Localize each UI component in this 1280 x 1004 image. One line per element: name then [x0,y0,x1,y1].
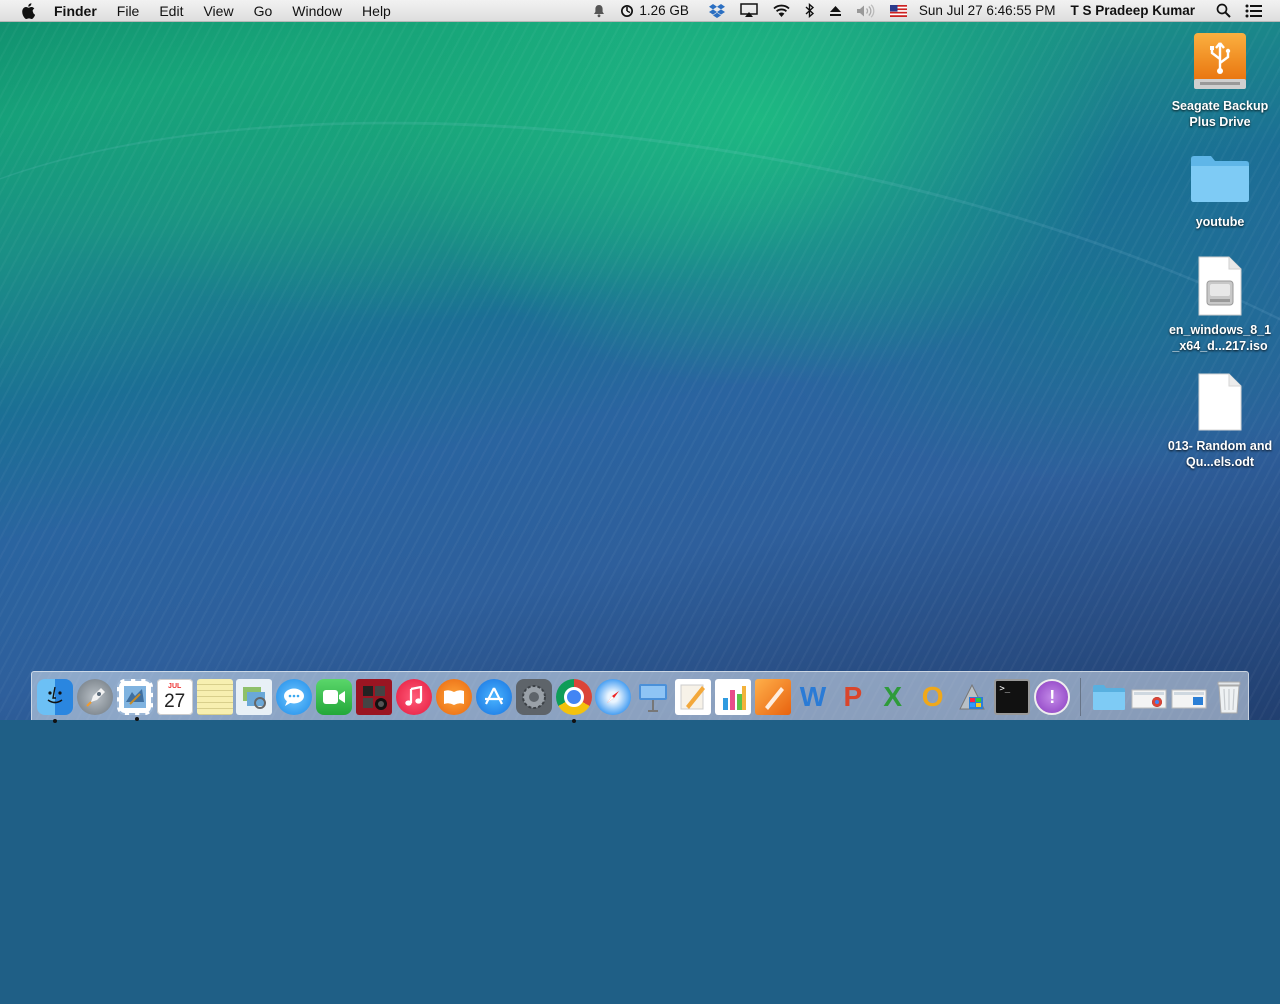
volume-icon[interactable] [849,0,883,22]
dock-notes-icon[interactable] [196,679,233,715]
dock-excel-icon[interactable]: X [875,679,911,715]
notification-bell-icon[interactable] [585,0,613,22]
desktop-icon-label: youtube [1195,215,1245,229]
desktop-icon-seagate-drive[interactable]: Seagate Backup Plus Drive [1165,30,1275,130]
dock-separator [1080,678,1082,716]
dock-launchpad-icon[interactable] [76,679,113,715]
dock-items: JUL 27 W P X O >_ ! [37,677,1251,723]
dock-downloads-stack-icon[interactable] [1131,679,1167,715]
menu-view[interactable]: View [193,0,243,22]
dock-app-store-icon[interactable] [475,679,512,715]
dock-ibooks-icon[interactable] [435,679,472,715]
dock-trash-icon[interactable] [1211,679,1247,715]
us-flag-icon[interactable] [883,0,914,22]
user-account-menu[interactable]: T S Pradeep Kumar [1060,0,1209,22]
dock-mail-icon[interactable] [116,679,153,721]
dock-terminal-icon[interactable]: >_ [994,679,1031,715]
dock-facetime-icon[interactable] [316,679,353,715]
dock-outlook-icon[interactable]: O [915,679,951,715]
apple-menu-icon[interactable] [18,0,38,22]
document-icon [1188,370,1252,434]
bluetooth-icon[interactable] [798,0,822,22]
dock-feedback-assistant-icon[interactable]: ! [1034,679,1071,715]
notification-center-icon[interactable] [1238,0,1270,22]
dock-numbers-icon[interactable] [715,679,752,715]
menubar-clock[interactable]: Sun Jul 27 6:46:55 PM [914,0,1061,22]
app-menu-finder[interactable]: Finder [54,0,107,22]
dock-pages-icon[interactable] [675,679,712,715]
exclamation-icon: ! [1049,686,1056,707]
dock-system-preferences-icon[interactable] [515,679,552,715]
dock-boot-camp-assistant-icon[interactable] [954,679,990,715]
dock-applications-folder-icon[interactable] [1091,679,1127,715]
airplay-icon[interactable] [733,0,765,22]
menu-help[interactable]: Help [352,0,401,22]
menu-go[interactable]: Go [244,0,283,22]
eject-icon[interactable] [822,0,849,22]
desktop-icon-label: Seagate Backup Plus Drive [1171,99,1269,129]
disk-image-icon [1188,254,1252,318]
memory-gauge-icon [621,4,634,17]
memory-status[interactable]: 1.26 GB [613,0,701,22]
dock-powerpoint-icon[interactable]: P [835,679,871,715]
terminal-prompt-icon: >_ [999,684,1011,694]
usb-drive-icon [1188,30,1252,94]
dock-chrome-icon[interactable] [555,679,592,723]
dock-ibooks-author-icon[interactable] [755,679,792,715]
dock-documents-stack-icon[interactable] [1171,679,1207,715]
desktop-icon-label: en_windows_8_1_x64_d...217.iso [1168,323,1272,353]
calendar-day: 27 [164,690,186,712]
dock-calendar-icon[interactable]: JUL 27 [156,679,193,715]
dock-itunes-icon[interactable] [396,679,433,715]
dock-word-icon[interactable]: W [795,679,831,715]
desktop-icon-odt-document[interactable]: 013- Random and Qu...els.odt [1165,370,1275,470]
dock-keynote-icon[interactable] [635,679,671,715]
memory-value: 1.26 GB [639,3,689,18]
menu-edit[interactable]: Edit [149,0,193,22]
dock-safari-icon[interactable] [595,679,632,715]
wifi-icon[interactable] [765,0,798,22]
menu-window[interactable]: Window [282,0,352,22]
calendar-month: JUL [168,682,182,690]
folder-icon [1188,146,1252,210]
dropbox-icon[interactable] [701,0,733,22]
dock-messages-icon[interactable] [276,679,313,715]
dock: JUL 27 W P X O >_ ! [31,671,1251,723]
desktop-icon-youtube-folder[interactable]: youtube [1165,146,1275,230]
spotlight-icon[interactable] [1209,0,1238,22]
desktop-icon-label: 013- Random and Qu...els.odt [1167,439,1273,469]
running-indicator [134,717,139,721]
menu-file[interactable]: File [107,0,150,22]
dock-finder-icon[interactable] [37,679,73,723]
dock-preview-icon[interactable] [236,679,273,715]
desktop-icon-windows-iso[interactable]: en_windows_8_1_x64_d...217.iso [1165,254,1275,354]
dock-photo-booth-icon[interactable] [356,679,393,715]
menu-bar: Finder File Edit View Go Window Help 1.2… [0,0,1280,22]
